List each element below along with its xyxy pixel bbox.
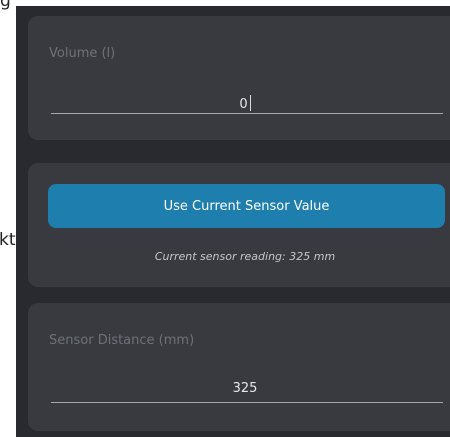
volume-input[interactable]: 0: [28, 95, 450, 112]
volume-label: Volume (l): [49, 46, 116, 61]
sensor-distance-card: Sensor Distance (mm) 325: [28, 303, 450, 431]
use-current-sensor-value-button[interactable]: Use Current Sensor Value: [48, 184, 445, 228]
sensor-distance-input[interactable]: 325: [28, 381, 450, 396]
volume-card: Volume (l) 0: [28, 16, 450, 140]
sensor-distance-value: 325: [232, 381, 258, 396]
sensor-distance-label: Sensor Distance (mm): [49, 333, 195, 348]
background-text-fragment-top: g: [0, 0, 11, 11]
background-text-fragment-left: kt: [0, 230, 16, 250]
text-cursor: [249, 95, 251, 111]
sensor-action-card: Use Current Sensor Value Current sensor …: [28, 163, 450, 287]
volume-input-underline: [51, 113, 443, 114]
calibration-dialog: Volume (l) 0 Use Current Sensor Value Cu…: [16, 6, 450, 437]
current-sensor-reading-text: Current sensor reading: 325 mm: [154, 250, 336, 263]
sensor-distance-input-underline: [51, 402, 443, 403]
volume-value: 0: [239, 97, 248, 112]
